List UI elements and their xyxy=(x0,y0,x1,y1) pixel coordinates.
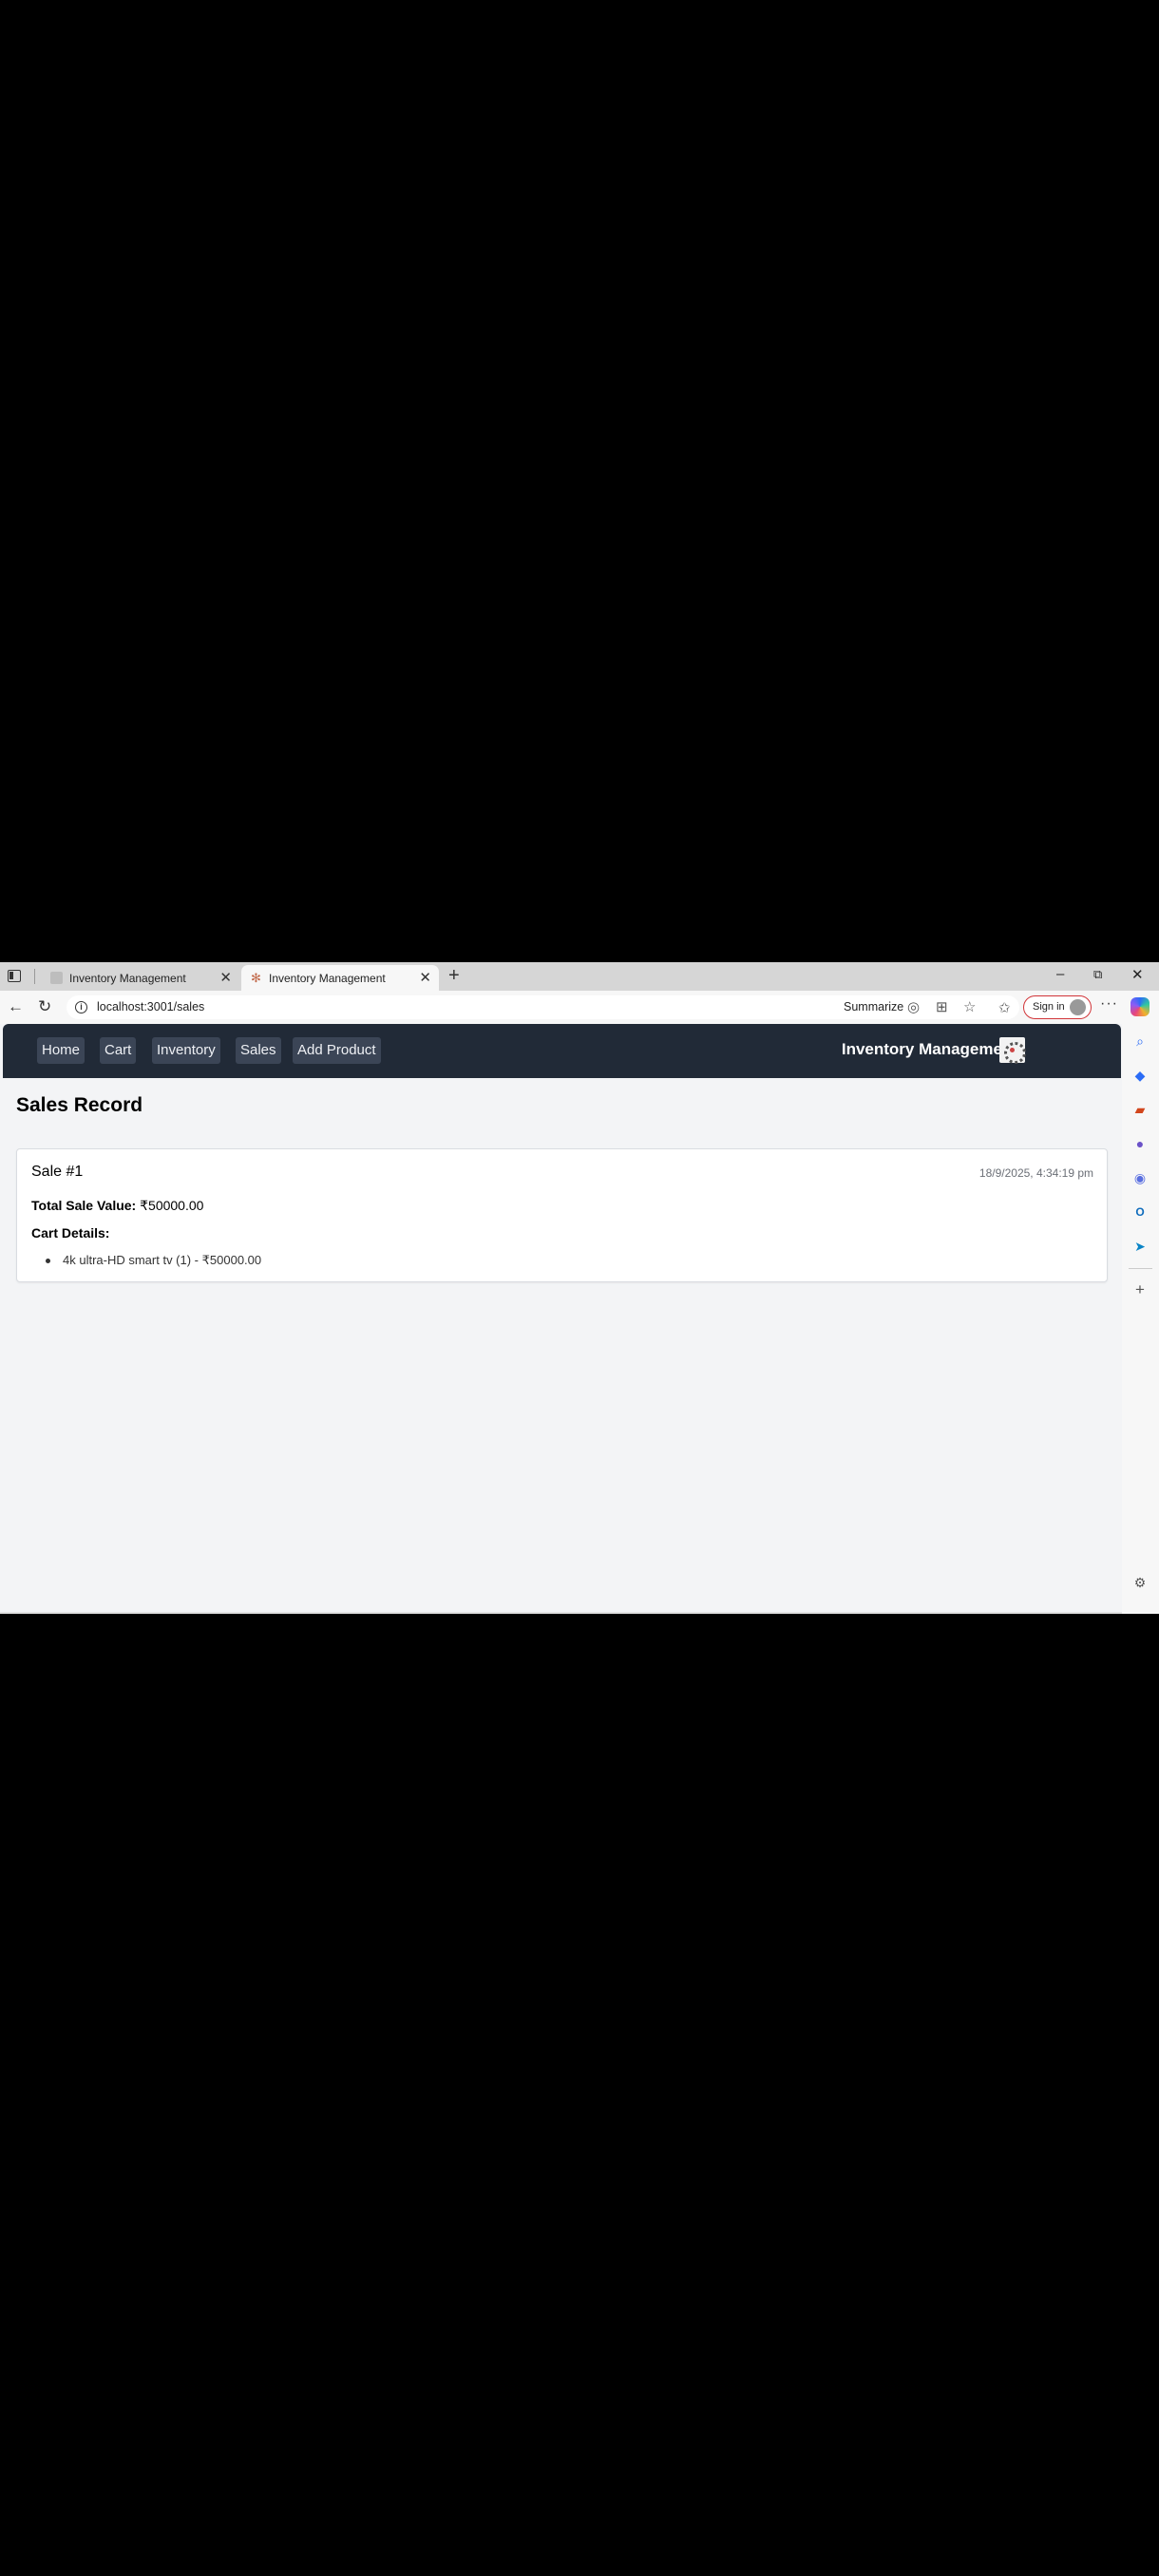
nav-inventory-link[interactable]: Inventory xyxy=(152,1037,220,1064)
favicon-icon xyxy=(50,972,63,984)
page-title: Sales Record xyxy=(16,1094,143,1116)
sale-total-value: ₹50000.00 xyxy=(140,1198,204,1213)
add-icon[interactable]: + xyxy=(1131,1281,1149,1298)
sale-total: Total Sale Value: ₹50000.00 xyxy=(31,1198,203,1214)
settings-icon[interactable]: ⚙ xyxy=(1131,1574,1149,1591)
sign-in-label: Sign in xyxy=(1033,1001,1065,1013)
send-icon[interactable]: ➤ xyxy=(1131,1238,1149,1255)
nav-add-product-link[interactable]: Add Product xyxy=(293,1037,381,1064)
tab-separator xyxy=(34,969,35,984)
close-icon[interactable]: ✕ xyxy=(419,969,431,986)
browser-window: Inventory Management ✕ ✻ Inventory Manag… xyxy=(0,962,1159,1614)
sale-card: Sale #1 18/9/2025, 4:34:19 pm Total Sale… xyxy=(16,1148,1108,1282)
copilot-summarize-icon[interactable]: ◎ xyxy=(907,998,920,1015)
close-window-icon[interactable]: ✕ xyxy=(1131,966,1144,983)
sign-in-button[interactable]: Sign in xyxy=(1023,995,1092,1019)
back-icon[interactable]: ← xyxy=(8,997,24,1016)
avatar xyxy=(1070,999,1086,1015)
brand-logo xyxy=(999,1037,1026,1064)
favorite-star-icon[interactable]: ☆ xyxy=(963,998,976,1015)
toolbox-icon[interactable]: ▰ xyxy=(1131,1101,1149,1118)
info-icon[interactable]: i xyxy=(75,1001,87,1013)
app-navbar: Home Cart Inventory Sales Add Product In… xyxy=(3,1024,1121,1078)
page-viewport: Home Cart Inventory Sales Add Product In… xyxy=(3,1024,1121,1612)
tab-strip: Inventory Management ✕ ✻ Inventory Manag… xyxy=(0,962,1159,991)
tab-inventory-management-2[interactable]: ✻ Inventory Management ✕ xyxy=(241,965,439,991)
sale-total-label: Total Sale Value: xyxy=(31,1198,137,1213)
sale-timestamp: 18/9/2025, 4:34:19 pm xyxy=(978,1166,1093,1180)
cart-details-heading: Cart Details: xyxy=(31,1225,110,1241)
close-icon[interactable]: ✕ xyxy=(219,969,232,986)
outlook-icon[interactable]: O xyxy=(1131,1203,1149,1221)
sidebar-toggle-icon[interactable] xyxy=(8,970,21,982)
tab-title: Inventory Management xyxy=(269,972,386,985)
tag-icon[interactable]: ◆ xyxy=(1131,1067,1149,1084)
summarize-button[interactable]: Summarize xyxy=(844,1000,903,1013)
restore-icon[interactable]: ⧉ xyxy=(1093,967,1102,982)
nav-sales-link[interactable]: Sales xyxy=(236,1037,281,1064)
url-text[interactable]: localhost:3001/sales xyxy=(97,1000,204,1013)
sidebar-divider xyxy=(1129,1268,1152,1269)
tab-inventory-management-1[interactable]: Inventory Management ✕ xyxy=(42,965,239,991)
window-bottom-edge xyxy=(0,1612,1122,1614)
edge-sidebar: ⌕ ◆ ▰ ● ◉ O ➤ + ⚙ xyxy=(1122,1024,1159,1614)
minimize-icon[interactable]: – xyxy=(1056,966,1064,982)
browser-toolbar: ← ↻ i localhost:3001/sales Summarize ◎ ⊞… xyxy=(0,991,1159,1024)
app-available-icon[interactable]: ⊞ xyxy=(936,998,948,1015)
nav-cart-link[interactable]: Cart xyxy=(100,1037,137,1064)
sale-title: Sale #1 xyxy=(31,1164,84,1180)
favicon-icon: ✻ xyxy=(251,971,261,985)
more-options-icon[interactable]: ··· xyxy=(1100,995,1118,1013)
people-icon[interactable]: ● xyxy=(1131,1135,1149,1152)
copilot-circle-icon[interactable]: ◉ xyxy=(1131,1169,1149,1186)
cart-item: 4k ultra-HD smart tv (1) - ₹50000.00 xyxy=(45,1253,262,1267)
copilot-icon[interactable] xyxy=(1130,997,1150,1016)
search-icon[interactable]: ⌕ xyxy=(1131,1032,1149,1050)
brand-title: Inventory Management xyxy=(841,1040,1017,1058)
favorites-icon[interactable]: ✩ xyxy=(998,999,1011,1016)
nav-home-link[interactable]: Home xyxy=(37,1037,86,1064)
new-tab-button[interactable]: + xyxy=(448,966,460,985)
tab-title: Inventory Management xyxy=(69,972,186,985)
refresh-icon[interactable]: ↻ xyxy=(38,997,51,1016)
address-bar[interactable]: i localhost:3001/sales Summarize ◎ ⊞ ☆ xyxy=(66,995,1019,1019)
